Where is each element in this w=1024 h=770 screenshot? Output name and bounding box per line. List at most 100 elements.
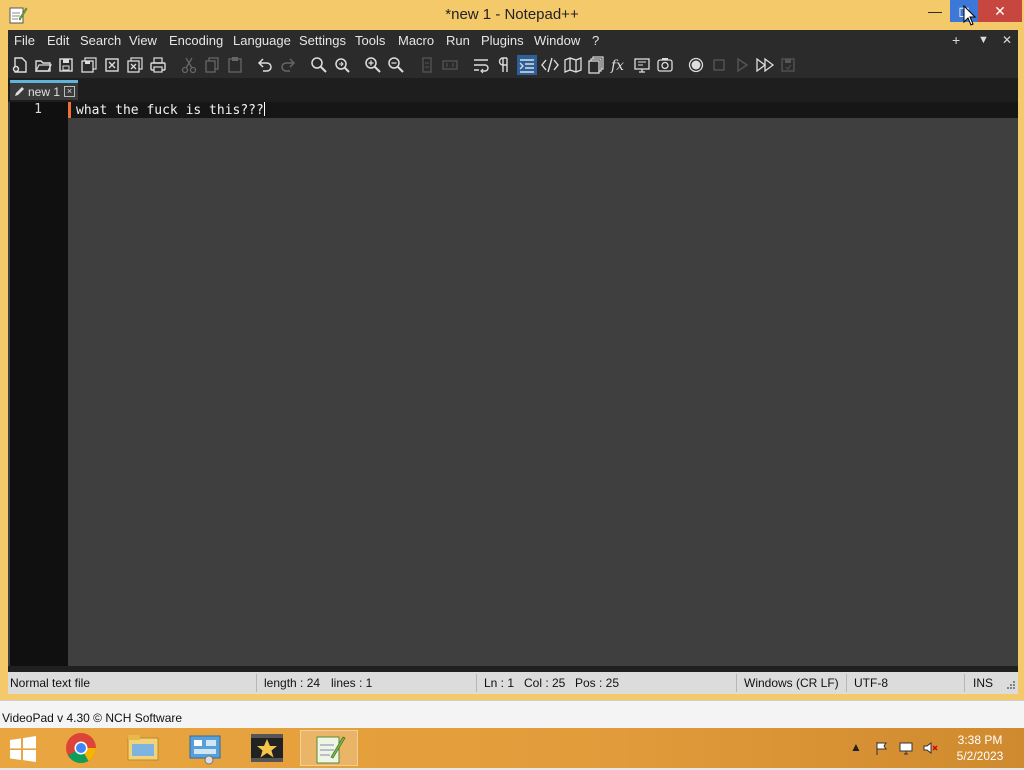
status-line-number: Ln : 1: [484, 676, 515, 690]
menu-language[interactable]: Language: [233, 33, 291, 48]
title-bar[interactable]: *new 1 - Notepad++ — ◻ ✕: [0, 0, 1024, 30]
status-eol-format[interactable]: Windows (CR LF): [744, 676, 839, 690]
sync-vertical-icon[interactable]: [417, 55, 437, 75]
action-center-flag-icon[interactable]: [874, 740, 890, 756]
cut-icon[interactable]: [179, 55, 199, 75]
redo-icon[interactable]: [278, 55, 298, 75]
show-hidden-icons-icon[interactable]: ▲: [850, 740, 866, 756]
mouse-cursor-icon: [963, 5, 977, 26]
system-clock[interactable]: 3:38 PM 5/2/2023: [942, 732, 1018, 764]
close-all-icon[interactable]: [125, 55, 145, 75]
paste-icon[interactable]: [225, 55, 245, 75]
clock-time: 3:38 PM: [957, 733, 1003, 747]
find-icon[interactable]: [309, 55, 329, 75]
status-divider: [736, 674, 737, 692]
status-insert-mode[interactable]: INS: [973, 676, 993, 690]
zoom-in-icon[interactable]: [363, 55, 383, 75]
zoom-out-icon[interactable]: [386, 55, 406, 75]
menu-encoding[interactable]: Encoding: [169, 33, 223, 48]
line-content: what the fuck is this???: [76, 103, 264, 118]
stop-record-icon[interactable]: [709, 55, 729, 75]
notepad-client: File Edit Search View Encoding Language …: [8, 30, 1018, 694]
menu-bar: File Edit Search View Encoding Language …: [8, 30, 1018, 52]
notepad-plus-plus-icon[interactable]: [300, 730, 358, 766]
tab-bar: new 1 ×: [8, 78, 1018, 102]
file-explorer-icon[interactable]: [114, 730, 172, 766]
status-divider: [846, 674, 847, 692]
print-icon[interactable]: [148, 55, 168, 75]
text-editor[interactable]: 1 what the fuck is this???: [8, 102, 1018, 666]
pencil-icon: [15, 87, 24, 96]
new-tab-plus-icon[interactable]: +: [952, 32, 960, 48]
background-app-status-bar: VideoPad v 4.30 © NCH Software: [0, 700, 1024, 729]
tab-close-icon[interactable]: ×: [64, 86, 75, 97]
play-macro-icon[interactable]: [732, 55, 752, 75]
status-position: Pos : 25: [575, 676, 620, 690]
save-macro-icon[interactable]: [778, 55, 798, 75]
save-icon[interactable]: [56, 55, 76, 75]
menu-tools[interactable]: Tools: [355, 33, 385, 48]
menu-macro[interactable]: Macro: [398, 33, 434, 48]
menu-edit[interactable]: Edit: [47, 33, 69, 48]
movie-maker-icon[interactable]: [238, 730, 296, 766]
menu-file[interactable]: File: [14, 33, 35, 48]
background-app-text: VideoPad v 4.30 © NCH Software: [2, 711, 183, 725]
tab-list-dropdown-icon[interactable]: ▼: [978, 34, 989, 46]
replace-icon[interactable]: [332, 55, 352, 75]
document-map-icon[interactable]: [563, 55, 583, 75]
status-length: length : 24: [264, 676, 321, 690]
network-icon[interactable]: [898, 740, 914, 756]
sync-horizontal-icon[interactable]: [440, 55, 460, 75]
close-window-button[interactable]: ✕: [978, 0, 1022, 22]
line-number: 1: [34, 102, 42, 117]
monitoring-icon[interactable]: [655, 55, 675, 75]
clock-date: 5/2/2023: [956, 749, 1004, 763]
tab-label: new 1: [28, 85, 61, 99]
status-divider: [964, 674, 965, 692]
status-column: Col : 25: [524, 676, 566, 690]
status-encoding[interactable]: UTF-8: [854, 676, 888, 690]
run-macro-multiple-icon[interactable]: [755, 55, 775, 75]
copy-icon[interactable]: [202, 55, 222, 75]
language-markup-icon[interactable]: [540, 55, 560, 75]
menu-plugins[interactable]: Plugins: [481, 33, 524, 48]
record-macro-icon[interactable]: [686, 55, 706, 75]
undo-icon[interactable]: [255, 55, 275, 75]
close-icon[interactable]: [102, 55, 122, 75]
editor-line-text[interactable]: what the fuck is this???: [76, 102, 265, 119]
windows-start-icon[interactable]: [8, 736, 38, 762]
menu-run[interactable]: Run: [446, 33, 470, 48]
resize-grip-icon[interactable]: [1006, 680, 1016, 690]
volume-muted-icon[interactable]: [922, 740, 938, 756]
current-line-marker: [68, 102, 71, 118]
menu-window[interactable]: Window: [534, 33, 580, 48]
indent-guide-icon[interactable]: [517, 55, 537, 75]
text-caret: [263, 102, 265, 116]
new-file-icon[interactable]: [10, 55, 30, 75]
line-number-gutter: 1: [10, 102, 68, 666]
window-title: *new 1 - Notepad++: [445, 6, 579, 23]
menu-view[interactable]: View: [129, 33, 157, 48]
status-lines: lines : 1: [331, 676, 373, 690]
status-divider: [476, 674, 477, 692]
function-list-icon[interactable]: fx: [609, 55, 629, 75]
minimize-button[interactable]: —: [920, 0, 950, 22]
menu-help[interactable]: ?: [592, 33, 599, 48]
status-divider: [256, 674, 257, 692]
notepad-window: *new 1 - Notepad++ — ◻ ✕ File Edit Searc…: [0, 0, 1024, 700]
folder-workspace-icon[interactable]: [632, 55, 652, 75]
chrome-icon[interactable]: [52, 730, 110, 766]
status-file-type: Normal text file: [10, 676, 91, 690]
control-panel-icon[interactable]: [176, 730, 234, 766]
close-document-icon[interactable]: ✕: [1002, 33, 1012, 47]
menu-search[interactable]: Search: [80, 33, 121, 48]
document-list-icon[interactable]: [586, 55, 606, 75]
show-all-chars-icon[interactable]: [494, 55, 514, 75]
tab-new-1[interactable]: new 1 ×: [10, 80, 78, 100]
toolbar: fx: [8, 52, 1018, 78]
menu-settings[interactable]: Settings: [299, 33, 346, 48]
save-all-icon[interactable]: [79, 55, 99, 75]
word-wrap-icon[interactable]: [471, 55, 491, 75]
status-bar: Normal text file length : 24 lines : 1 L…: [8, 672, 1018, 694]
open-file-icon[interactable]: [33, 55, 53, 75]
